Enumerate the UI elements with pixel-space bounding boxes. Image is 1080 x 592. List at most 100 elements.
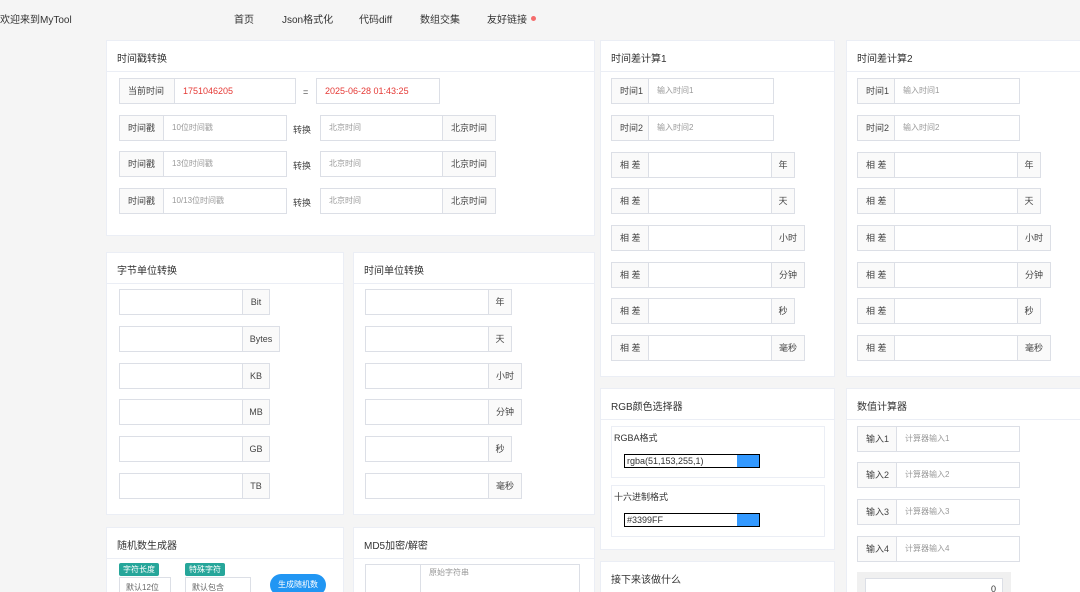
current-date-value[interactable]: 2025-06-28 01:43:25 — [316, 78, 440, 104]
brand-title: 欢迎来到MyTool — [0, 15, 72, 26]
unit-suffix: 年 — [771, 152, 795, 178]
divider — [107, 283, 343, 284]
length-select[interactable]: 默认12位 — [119, 577, 171, 592]
days-input[interactable] — [365, 326, 489, 352]
diff-label: 相 差 — [857, 188, 895, 214]
unit-suffix: 天 — [771, 188, 795, 214]
unit-suffix: 秒 — [1017, 298, 1041, 324]
divider — [354, 283, 594, 284]
gb-input[interactable] — [119, 436, 243, 462]
time2-input[interactable]: 输入时间2 — [648, 115, 774, 141]
calc-result-panel: 0 — [857, 572, 1011, 592]
kb-input[interactable] — [119, 363, 243, 389]
calc-input-2[interactable]: 计算器输入2 — [896, 462, 1020, 488]
time1-input[interactable]: 输入时间1 — [894, 78, 1020, 104]
minutes-input[interactable] — [365, 399, 489, 425]
time2-label: 时间2 — [611, 115, 649, 141]
beijing-time-output[interactable]: 北京时间 — [320, 151, 444, 177]
unit-suffix: 秒 — [488, 436, 512, 462]
timestamp-row-label: 时间戳 — [119, 115, 165, 141]
unit-suffix: 秒 — [771, 298, 795, 324]
hours-input[interactable] — [365, 363, 489, 389]
calc-input-3[interactable]: 计算器输入3 — [896, 499, 1020, 525]
diff-seconds-output[interactable] — [648, 298, 772, 324]
divider — [107, 558, 343, 559]
timestamp-input-10[interactable]: 10位时间戳 — [163, 115, 287, 141]
md5-card: MD5加密/解密 原始字符串 — [353, 527, 595, 592]
md5-source-input[interactable]: 原始字符串 — [420, 564, 580, 592]
diff-minutes-output[interactable] — [648, 262, 772, 288]
rgba-color-swatch[interactable] — [737, 455, 759, 467]
diff-days-output[interactable] — [648, 188, 772, 214]
years-input[interactable] — [365, 289, 489, 315]
current-timestamp-value[interactable]: 1751046205 — [174, 78, 296, 104]
unit-suffix: 天 — [488, 326, 512, 352]
rgba-panel: RGBA格式 rgba(51,153,255,1) — [611, 426, 825, 478]
timediff2-card: 时间差计算2 时间1 输入时间1 时间2 输入时间2 相 差 年 相 差 天 相… — [846, 40, 1080, 377]
calc-result-output[interactable]: 0 — [865, 578, 1003, 592]
diff-years-output[interactable] — [648, 152, 772, 178]
time2-input[interactable]: 输入时间2 — [894, 115, 1020, 141]
diff-hours-output[interactable] — [894, 225, 1018, 251]
nav-code-diff[interactable]: 代码diff — [359, 11, 392, 26]
ms-input[interactable] — [365, 473, 489, 499]
mb-input[interactable] — [119, 399, 243, 425]
diff-hours-output[interactable] — [648, 225, 772, 251]
timestamp-row-label: 时间戳 — [119, 188, 165, 214]
equals-sign: = — [303, 87, 309, 97]
diff-label: 相 差 — [857, 152, 895, 178]
divider — [354, 558, 594, 559]
diff-label: 相 差 — [857, 262, 895, 288]
diff-label: 相 差 — [857, 298, 895, 324]
hex-format-label: 十六进制格式 — [614, 492, 669, 502]
diff-seconds-output[interactable] — [894, 298, 1018, 324]
tb-input[interactable] — [119, 473, 243, 499]
bit-input[interactable] — [119, 289, 243, 315]
timediff1-title: 时间差计算1 — [611, 54, 667, 65]
calc-input-1[interactable]: 计算器输入1 — [896, 426, 1020, 452]
beijing-time-suffix: 北京时间 — [442, 188, 496, 214]
divider — [601, 71, 834, 72]
timestamp-row-label: 时间戳 — [119, 151, 165, 177]
time-unit-title: 时间单位转换 — [364, 266, 424, 277]
length-tag: 字符长度 — [119, 563, 159, 576]
unit-suffix: TB — [242, 473, 270, 499]
timestamp-input-13[interactable]: 13位时间戳 — [163, 151, 287, 177]
bytes-input[interactable] — [119, 326, 243, 352]
calc-input-label: 输入3 — [857, 499, 898, 525]
todo-card: 接下来该做什么 — [600, 561, 835, 592]
calc-input-4[interactable]: 计算器输入4 — [896, 536, 1020, 562]
nav-home[interactable]: 首页 — [234, 11, 254, 26]
rgba-format-label: RGBA格式 — [614, 433, 658, 443]
diff-ms-output[interactable] — [648, 335, 772, 361]
convert-label: 转换 — [293, 161, 312, 171]
diff-years-output[interactable] — [894, 152, 1018, 178]
beijing-time-output[interactable]: 北京时间 — [320, 115, 444, 141]
timestamp-card: 时间戳转换 当前时间 1751046205 = 2025-06-28 01:43… — [106, 40, 595, 236]
nav-json-format[interactable]: Json格式化 — [282, 11, 333, 26]
beijing-time-suffix: 北京时间 — [442, 115, 496, 141]
md5-mode-box[interactable] — [365, 564, 421, 592]
calc-input-label: 输入1 — [857, 426, 898, 452]
time1-input[interactable]: 输入时间1 — [648, 78, 774, 104]
random-generator-card: 随机数生成器 字符长度 特殊字符 默认12位 默认包含 生成随机数 — [106, 527, 344, 592]
nav-array-intersection[interactable]: 数组交集 — [420, 11, 460, 26]
time1-label: 时间1 — [611, 78, 649, 104]
diff-ms-output[interactable] — [894, 335, 1018, 361]
unit-suffix: 毫秒 — [1017, 335, 1051, 361]
timestamp-input-any[interactable]: 10/13位时间戳 — [163, 188, 287, 214]
unit-suffix: KB — [242, 363, 270, 389]
diff-label: 相 差 — [611, 225, 649, 251]
beijing-time-output[interactable]: 北京时间 — [320, 188, 444, 214]
nav-friend-links[interactable]: 友好链接 — [487, 11, 536, 26]
unit-suffix: 毫秒 — [771, 335, 805, 361]
diff-label: 相 差 — [611, 152, 649, 178]
unit-suffix: 年 — [488, 289, 512, 315]
convert-label: 转换 — [293, 125, 312, 135]
hex-color-swatch[interactable] — [737, 514, 759, 526]
generate-random-button[interactable]: 生成随机数 — [270, 574, 326, 592]
diff-minutes-output[interactable] — [894, 262, 1018, 288]
seconds-input[interactable] — [365, 436, 489, 462]
diff-days-output[interactable] — [894, 188, 1018, 214]
special-char-select[interactable]: 默认包含 — [185, 577, 251, 592]
